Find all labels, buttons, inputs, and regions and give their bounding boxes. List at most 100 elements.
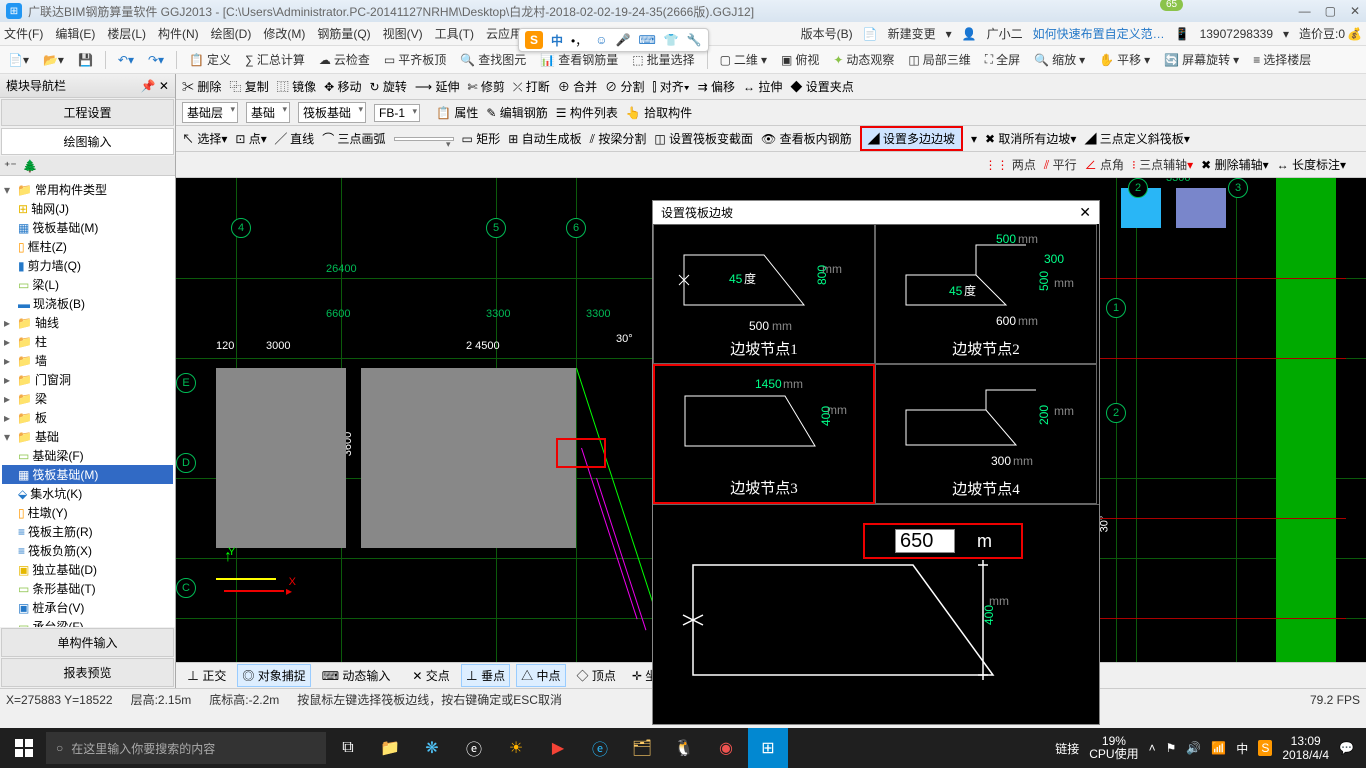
tray-network-icon[interactable]: 📶: [1211, 741, 1226, 755]
tray-up-icon[interactable]: ˄: [1149, 741, 1156, 755]
tree-castslab[interactable]: 现浇板(B): [33, 295, 85, 312]
menu-edit[interactable]: 编辑(E): [55, 25, 95, 42]
set-section-button[interactable]: ◫ 设置筏板变截面: [654, 130, 753, 147]
ie-icon[interactable]: ⓔ: [580, 728, 620, 768]
move-button[interactable]: ✥ 移动: [324, 78, 361, 95]
menu-file[interactable]: 文件(F): [4, 25, 43, 42]
parallel-button[interactable]: ⫽ 平行: [1044, 156, 1077, 173]
pick-button[interactable]: 👆 拾取构件: [626, 104, 692, 121]
split-button[interactable]: ⊘ 分割: [605, 78, 644, 95]
arc3-button[interactable]: ⌒ 三点画弧: [322, 130, 385, 147]
tree-shearwall[interactable]: 剪力墙(Q): [28, 257, 81, 274]
system-tray[interactable]: 链接 19% CPU使用 ˄ ⚑ 🔊 📶 中 S 13:09 2018/4/4 …: [1055, 734, 1362, 763]
tree-n-col[interactable]: 柱: [35, 333, 47, 350]
mirror-button[interactable]: ⿲ 镜像: [277, 78, 316, 95]
menu-modify[interactable]: 修改(M): [263, 25, 305, 42]
cancel-slope-button[interactable]: ✖ 取消所有边坡▾: [985, 130, 1076, 147]
save-icon[interactable]: 💾: [74, 51, 97, 69]
tray-link[interactable]: 链接: [1055, 740, 1079, 757]
tree-n-slab[interactable]: 板: [35, 409, 47, 426]
rect-button[interactable]: ▭ 矩形: [462, 130, 501, 147]
tray-flag-icon[interactable]: ⚑: [1166, 741, 1177, 755]
undo-icon[interactable]: ↶▾: [114, 51, 138, 69]
taskbar-search[interactable]: ○ 在这里输入你要搜索的内容: [46, 732, 326, 764]
shape-dropdown[interactable]: [394, 137, 454, 141]
tab-report-preview[interactable]: 报表预览: [1, 658, 174, 687]
align-button[interactable]: ⫿ 对齐▾: [653, 78, 690, 95]
open-icon[interactable]: 📂▾: [39, 51, 68, 69]
slope-node-3[interactable]: 1450mm 400mm 边坡节点3: [653, 364, 875, 504]
floor-dropdown[interactable]: 基础层: [182, 102, 238, 123]
ime-lang[interactable]: 中: [551, 32, 563, 49]
snap-osnap[interactable]: ◎ 对象捕捉: [237, 664, 310, 687]
tree-f-iso[interactable]: 独立基础(D): [32, 561, 97, 578]
menu-component[interactable]: 构件(N): [158, 25, 199, 42]
tree-f-capbeam[interactable]: 承台梁(F): [32, 618, 83, 627]
view-rebar-button[interactable]: 📊 查看钢筋量: [536, 49, 622, 70]
define-button[interactable]: 📋 定义: [185, 49, 235, 70]
tree-n-found[interactable]: 基础: [35, 428, 59, 445]
new-icon[interactable]: 📄▾: [4, 51, 33, 69]
tree-n-opening[interactable]: 门窗洞: [35, 371, 71, 388]
edge-icon[interactable]: ⓔ: [454, 728, 494, 768]
tray-sogou-icon[interactable]: S: [1258, 740, 1272, 756]
slope-node-2[interactable]: 500mm 45度 600mm 300 500mm 边坡节点2: [875, 224, 1097, 364]
overlook-button[interactable]: ▣ 俯视: [777, 49, 823, 70]
start-button[interactable]: [4, 728, 44, 768]
offset-button[interactable]: ⇉ 偏移: [698, 78, 735, 95]
edit-rebar-button[interactable]: ✎ 编辑钢筋: [486, 104, 547, 121]
app-icon-3[interactable]: ▶: [538, 728, 578, 768]
tree-f-sump[interactable]: 集水坑(K): [30, 485, 82, 502]
ime-punct-icon[interactable]: •，: [571, 32, 587, 49]
extend-button[interactable]: ⟶ 延伸: [415, 78, 460, 95]
set-multi-slope-button[interactable]: ◢ 设置多边边坡: [860, 126, 963, 151]
screen-rotate-button[interactable]: 🔄 屏幕旋转▾: [1160, 49, 1243, 70]
component-list-button[interactable]: ☰ 构件列表: [556, 104, 618, 121]
ime-voice-icon[interactable]: 🎤: [615, 33, 630, 47]
tab-project-settings[interactable]: 工程设置: [1, 99, 174, 126]
tree-f-beam[interactable]: 基础梁(F): [32, 447, 83, 464]
redo-icon[interactable]: ↷▾: [144, 51, 168, 69]
tree-root[interactable]: 常用构件类型: [35, 181, 107, 198]
app-icon-1[interactable]: ❋: [412, 728, 452, 768]
tray-clock[interactable]: 13:09 2018/4/4: [1282, 734, 1329, 763]
task-view-icon[interactable]: ⧉: [328, 728, 368, 768]
batch-select-button[interactable]: ⬚ 批量选择: [628, 49, 698, 70]
zoom-button[interactable]: 🔍 缩放▾: [1030, 49, 1089, 70]
beans[interactable]: 造价豆:0 💰: [1299, 25, 1362, 42]
tree-f-mainbar[interactable]: 筏板主筋(R): [28, 523, 93, 540]
new-change[interactable]: 新建变更: [888, 25, 936, 42]
tree-beam[interactable]: 梁(L): [32, 276, 59, 293]
auto-board-button[interactable]: ⊞ 自动生成板: [508, 130, 581, 147]
local-3d-button[interactable]: ◫ 局部三维: [904, 49, 974, 70]
tree-f-strip[interactable]: 条形基础(T): [32, 580, 95, 597]
tree-f-cap[interactable]: 桩承台(V): [32, 599, 84, 616]
component-tree[interactable]: ▾📁常用构件类型 ⊞轴网(J) ▦筏板基础(M) ▯框柱(Z) ▮剪力墙(Q) …: [0, 176, 175, 627]
tree-raft[interactable]: 筏板基础(M): [32, 219, 98, 236]
app-icon-4[interactable]: ◉: [706, 728, 746, 768]
point-button[interactable]: ⊡ 点▾: [235, 130, 266, 147]
user-name[interactable]: 广小二: [987, 25, 1023, 42]
menu-tools[interactable]: 工具(T): [435, 25, 474, 42]
windows-taskbar[interactable]: ○ 在这里输入你要搜索的内容 ⧉ 📁 ❋ ⓔ ☀ ▶ ⓔ 🗂 🐧 ◉ ⊞ 链接 …: [0, 728, 1366, 768]
tree-framecol[interactable]: 框柱(Z): [28, 238, 67, 255]
app-icon-2[interactable]: ☀: [496, 728, 536, 768]
minimize-icon[interactable]: —: [1299, 4, 1311, 18]
dynamic-view-button[interactable]: ✦ 动态观察: [829, 49, 898, 70]
menu-rebar[interactable]: 钢筋量(Q): [317, 25, 370, 42]
slope-node-4[interactable]: 300mm 200mm 边坡节点4: [875, 364, 1097, 504]
type-dropdown[interactable]: 筏板基础: [298, 102, 366, 123]
break-button[interactable]: ⤫ 打断: [513, 78, 550, 95]
select-floor-button[interactable]: ≡ 选择楼层: [1249, 49, 1315, 70]
menu-floor[interactable]: 楼层(L): [107, 25, 146, 42]
menu-version[interactable]: 版本号(B): [801, 25, 853, 42]
view-inner-button[interactable]: 👁 查看板内钢筋: [761, 130, 852, 147]
angle-button[interactable]: ∠ 点角: [1085, 156, 1124, 173]
delete-button[interactable]: ✂ 删除: [182, 78, 221, 95]
pin-icon[interactable]: 📌 ✕: [141, 79, 169, 93]
action-center-icon[interactable]: 💬: [1339, 741, 1354, 755]
props-button[interactable]: 📋 属性: [436, 104, 478, 121]
ime-tool-icon[interactable]: 🔧: [687, 33, 702, 47]
del-aux-button[interactable]: ✖ 删除辅轴▾: [1201, 156, 1268, 173]
tab-draw-input[interactable]: 绘图输入: [1, 128, 174, 155]
